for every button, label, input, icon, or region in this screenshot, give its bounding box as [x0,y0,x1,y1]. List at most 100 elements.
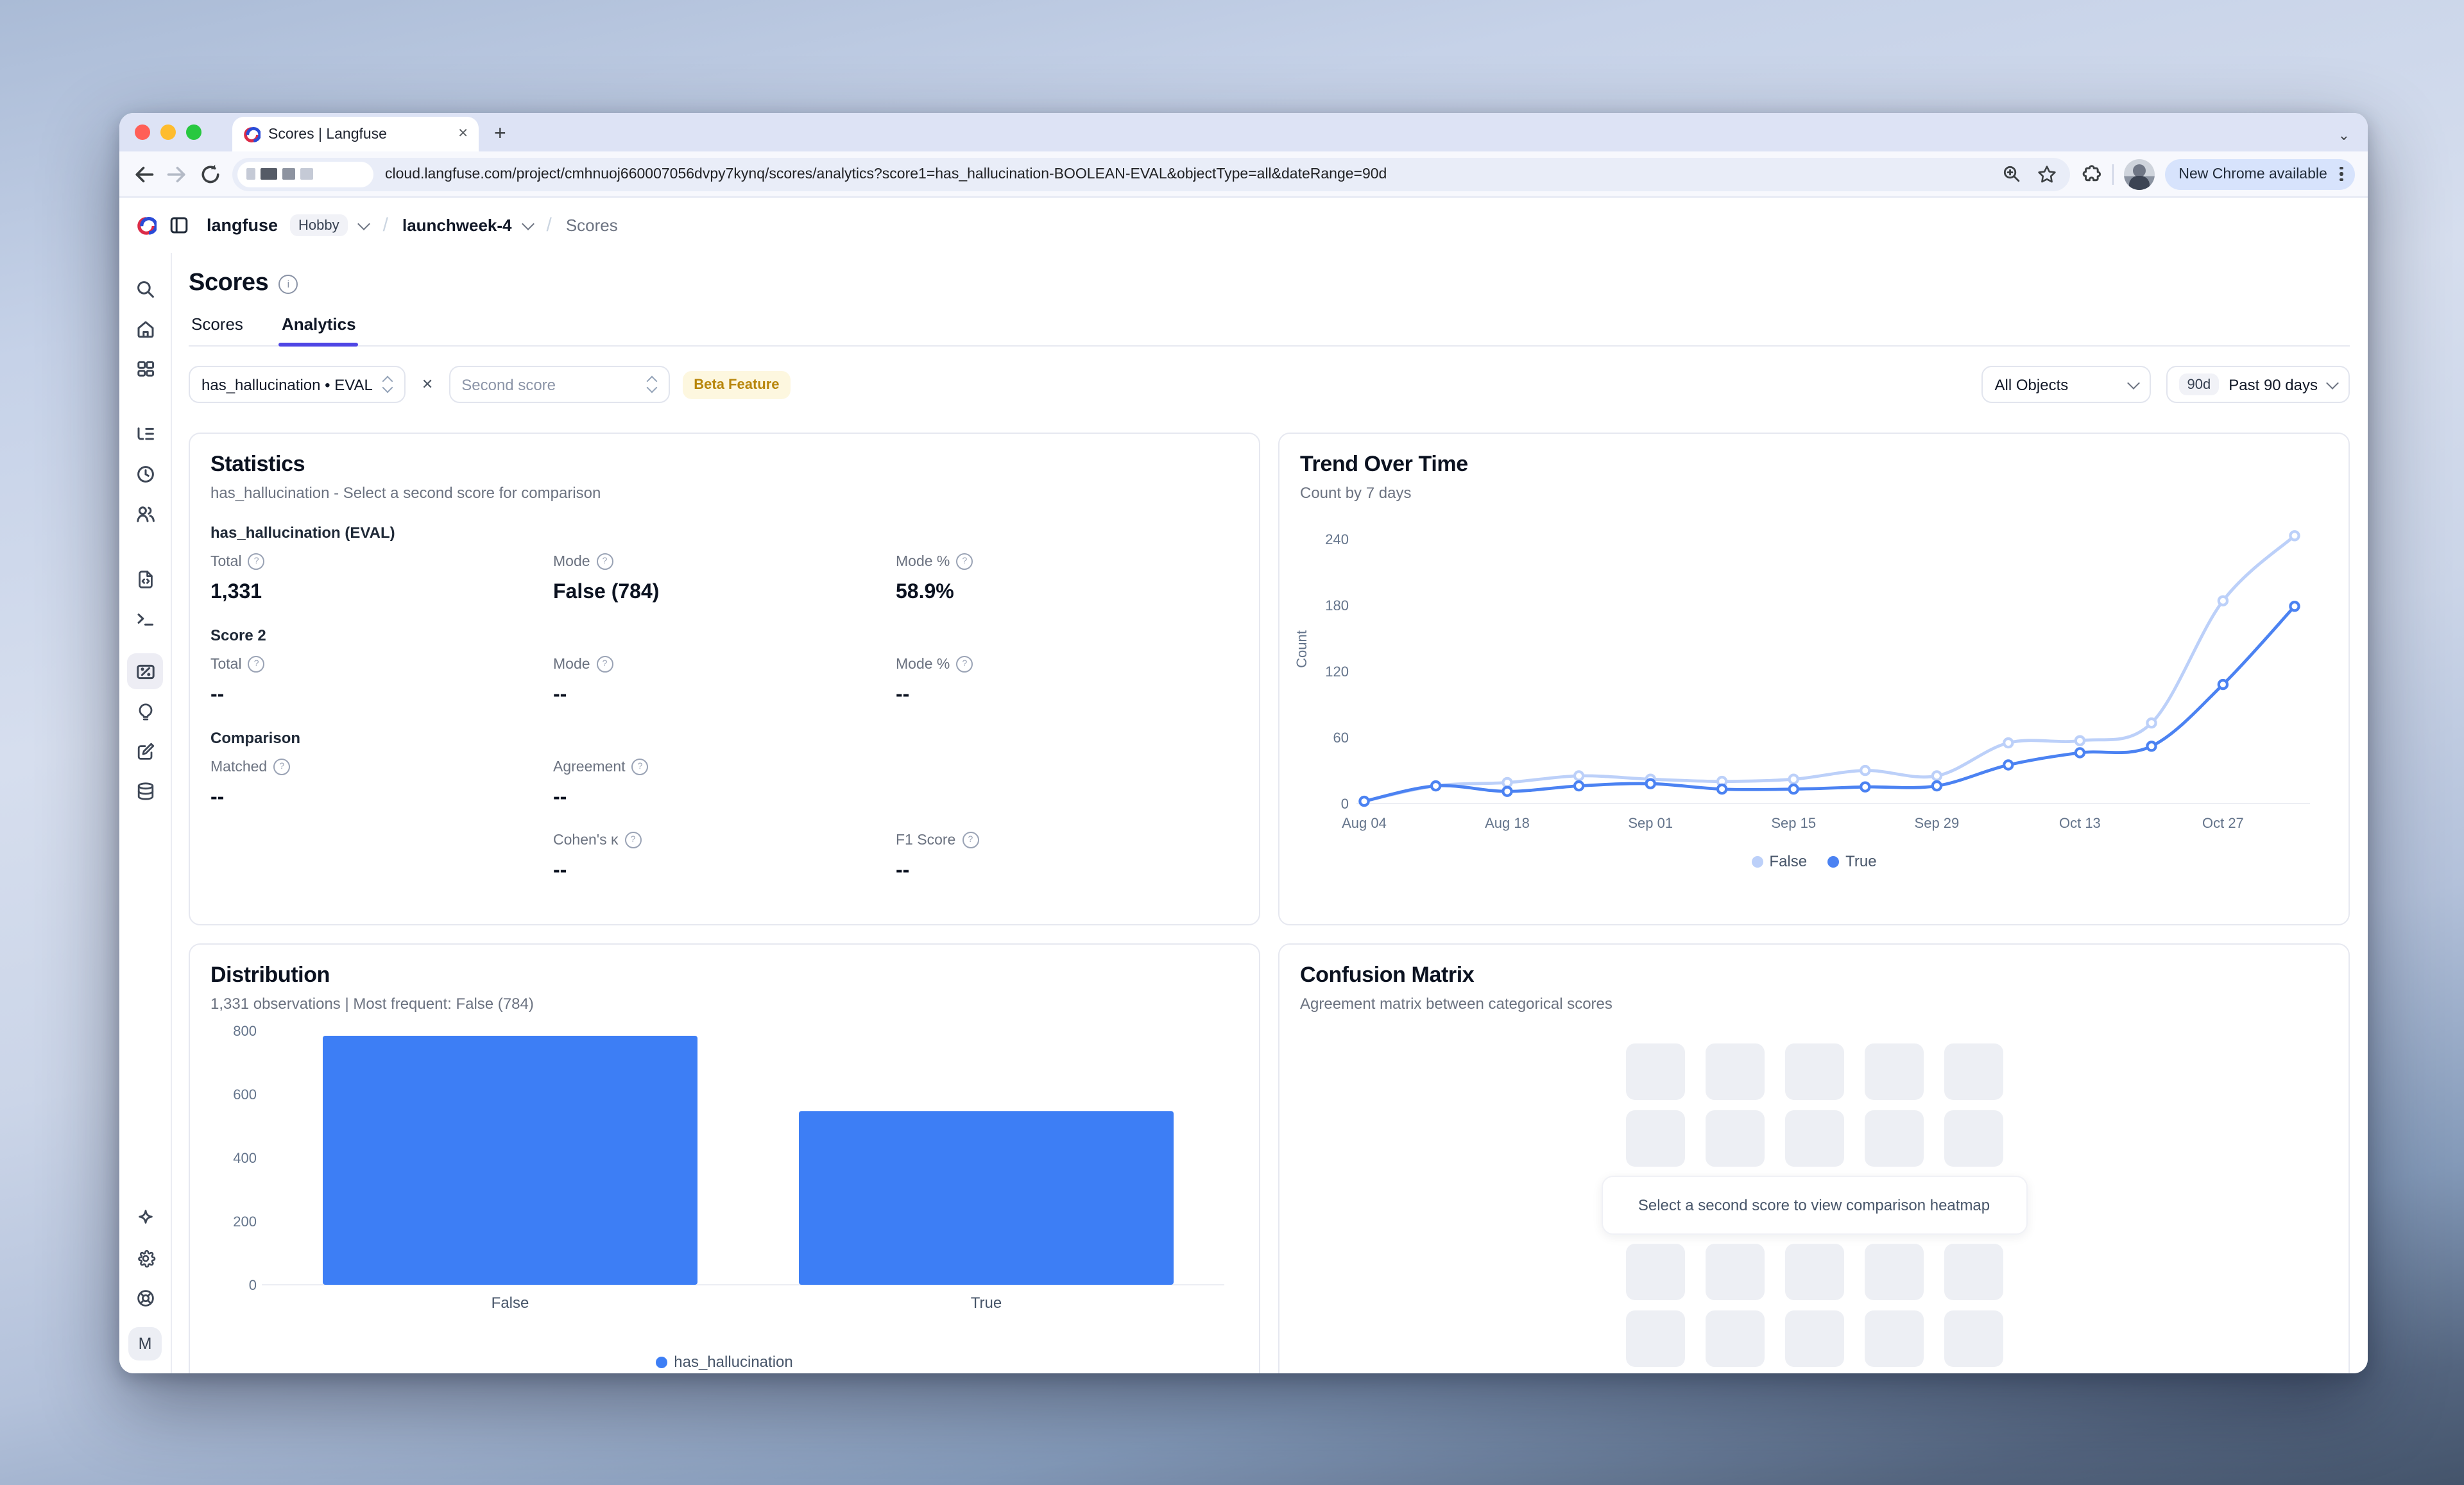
data-point[interactable] [2004,739,2012,747]
sidebar-item-evaluators[interactable] [127,693,163,729]
help-icon[interactable] [962,832,979,848]
y-tick: 0 [249,1277,257,1293]
site-chip-redacted-block [261,168,277,180]
help-icon[interactable] [956,656,973,673]
forward-icon[interactable] [166,162,189,185]
data-point[interactable] [1503,778,1511,787]
brand-name[interactable]: langfuse [207,216,278,235]
user-avatar[interactable]: M [128,1327,162,1361]
help-icon[interactable] [248,553,265,570]
data-point[interactable] [2004,760,2012,769]
data-point[interactable] [1861,766,1869,775]
tab-close-icon[interactable]: ✕ [458,127,468,141]
stat-f1: F1 Score -- [896,832,1238,883]
help-icon[interactable] [597,553,613,570]
url-bar[interactable]: cloud.langfuse.com/project/cmhnuoj660007… [232,157,2069,191]
tab-analytics[interactable]: Analytics [279,314,359,345]
legend-item-true[interactable]: True [1827,852,1876,870]
sidebar-item-sessions[interactable] [127,456,163,492]
bookmark-star-icon[interactable] [2036,164,2057,184]
data-point[interactable] [1718,785,1726,793]
help-icon[interactable] [248,656,265,673]
score1-select[interactable]: has_hallucination • EVAL [189,366,406,403]
data-point[interactable] [1790,785,1798,793]
breadcrumb-project[interactable]: launchweek-4 [402,216,512,235]
data-point[interactable] [2147,742,2155,750]
profile-avatar[interactable] [2123,159,2154,189]
back-icon[interactable] [132,162,155,185]
legend-item-false[interactable]: False [1751,852,1807,870]
help-icon[interactable] [625,832,642,848]
sidebar-item-datasets[interactable] [127,773,163,809]
data-point[interactable] [1503,787,1511,796]
sidebar-item-prompts[interactable] [127,561,163,597]
help-icon[interactable] [597,656,613,673]
close-window-button[interactable] [135,124,150,140]
help-icon[interactable] [632,759,649,775]
url-text[interactable]: cloud.langfuse.com/project/cmhnuoj660007… [385,166,1991,182]
sidebar-item-users[interactable] [127,495,163,531]
bar-false[interactable] [323,1036,697,1285]
matrix-cell [1705,1310,1764,1367]
statistics-title: Statistics [210,452,1238,477]
data-point[interactable] [1360,797,1368,805]
data-point[interactable] [2076,737,2084,745]
data-point[interactable] [2076,748,2084,757]
x-tick: Sep 29 [1915,815,1960,831]
browser-tab[interactable]: Scores | Langfuse ✕ [232,117,479,151]
bar-true[interactable] [799,1111,1174,1285]
plan-badge[interactable]: Hobby [289,214,348,236]
zoom-icon[interactable] [2001,164,2021,184]
data-point[interactable] [2290,531,2298,540]
sidebar-item-annotation[interactable] [127,733,163,769]
data-point[interactable] [1575,782,1583,790]
trend-y-axis-label: Count [1295,630,1310,667]
sidebar-item-ask-ai[interactable] [127,1200,163,1236]
data-point[interactable] [1933,782,1941,790]
score2-select-placeholder: Second score [461,375,556,393]
fullscreen-window-button[interactable] [186,124,201,140]
reload-icon[interactable] [199,162,222,185]
sidebar-item-scores[interactable] [127,653,163,689]
legend-item-score[interactable]: has_hallucination [656,1353,793,1371]
help-icon[interactable] [956,553,973,570]
sidebar-item-support[interactable] [127,1280,163,1316]
sidebar-item-playground[interactable] [127,601,163,637]
minimize-window-button[interactable] [160,124,176,140]
clock-icon [134,463,156,485]
data-point[interactable] [2290,602,2298,610]
data-point[interactable] [1647,780,1655,788]
site-info-chip[interactable] [237,161,373,187]
sidebar-item-dashboards[interactable] [127,350,163,386]
chrome-menu-icon[interactable] [2336,166,2347,182]
clear-score-button[interactable]: ✕ [419,376,436,393]
help-icon[interactable] [273,759,290,775]
score2-select[interactable]: Second score [449,366,669,403]
data-point[interactable] [1861,783,1869,791]
data-point[interactable] [1790,775,1798,784]
trend-legend: False True [1300,852,2328,870]
sidebar-item-home[interactable] [127,311,163,347]
extensions-icon[interactable] [2080,163,2101,185]
chrome-update-button[interactable]: New Chrome available [2164,159,2355,189]
confusion-placeholder: Select a second score to view comparison… [1300,1043,2328,1367]
matrix-cell [1784,1310,1844,1367]
info-icon[interactable] [278,274,298,293]
org-chevron-icon[interactable] [358,217,371,230]
new-tab-button[interactable]: + [494,123,506,151]
object-type-select[interactable]: All Objects [1982,366,2152,403]
sidebar-item-tracing[interactable] [127,416,163,452]
data-point[interactable] [2147,719,2155,727]
data-point[interactable] [1575,771,1583,780]
data-point[interactable] [1432,782,1440,790]
tab-search-chevron-icon[interactable]: ⌄ [2338,127,2350,151]
sidebar-item-settings[interactable] [127,1240,163,1276]
project-chevron-icon[interactable] [522,217,535,230]
data-point[interactable] [1933,771,1941,780]
sidebar-item-search[interactable] [127,271,163,307]
date-range-select[interactable]: 90d Past 90 days [2167,366,2350,403]
tab-scores[interactable]: Scores [189,314,246,345]
data-point[interactable] [2219,597,2227,605]
data-point[interactable] [2219,680,2227,689]
sidebar-toggle-icon[interactable] [168,214,190,236]
